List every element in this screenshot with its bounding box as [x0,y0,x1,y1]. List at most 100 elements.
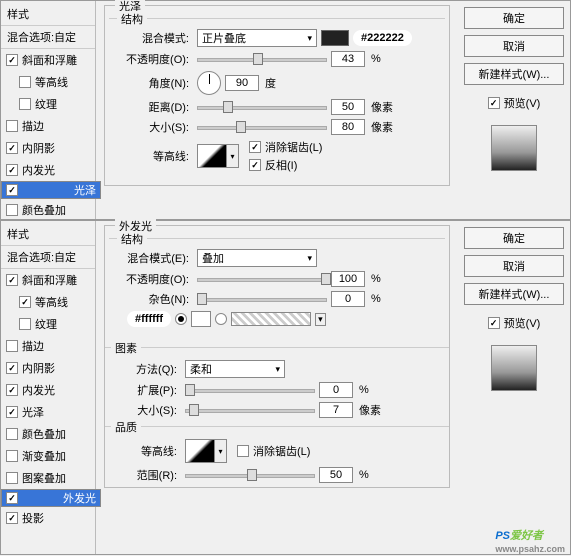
gradient-picker[interactable] [231,312,311,326]
invert-checkbox[interactable] [249,159,261,171]
sidebar-item[interactable]: 等高线 [1,71,95,93]
new-style-button[interactable]: 新建样式(W)... [464,63,564,85]
style-checkbox[interactable] [6,428,18,440]
sidebar-item[interactable]: 描边 [1,335,95,357]
size-slider[interactable] [185,403,315,417]
style-checkbox[interactable] [19,98,31,110]
sidebar-item[interactable]: 图案叠加 [1,467,95,489]
chevron-down-icon: ▾ [307,253,312,264]
sidebar-item[interactable]: 纹理 [1,313,95,335]
contour-picker[interactable] [197,144,227,168]
style-checkbox[interactable] [19,76,31,88]
distance-input[interactable]: 50 [331,99,365,115]
color-swatch[interactable] [321,30,349,46]
preview-checkbox[interactable] [488,317,500,329]
sidebar-item-label: 等高线 [35,294,68,310]
angle-dial[interactable] [197,71,221,95]
preview-swatch [491,125,537,171]
antialias-checkbox[interactable] [249,141,261,153]
style-checkbox[interactable] [6,512,18,524]
contour-picker[interactable] [185,439,215,463]
style-checkbox[interactable] [6,120,18,132]
size-label: 大小(S): [117,119,193,135]
range-slider[interactable] [185,468,315,482]
contour-dropdown[interactable]: ▾ [227,144,239,168]
style-checkbox[interactable] [6,492,18,504]
sidebar-item-label: 描边 [22,118,44,134]
sidebar-item[interactable]: 颜色叠加 [1,199,95,221]
sidebar-item[interactable]: 颜色叠加 [1,423,95,445]
size-slider[interactable] [197,120,327,134]
style-checkbox[interactable] [6,274,18,286]
sidebar-item[interactable]: 斜面和浮雕 [1,269,95,291]
size-input[interactable]: 80 [331,119,365,135]
contour-dropdown[interactable]: ▾ [215,439,227,463]
chevron-down-icon[interactable]: ▾ [315,313,326,326]
sidebar-item[interactable]: 外发光 [1,489,101,507]
sidebar-item[interactable]: 内阴影 [1,137,95,159]
contour-label: 等高线: [117,148,193,164]
style-checkbox[interactable] [6,362,18,374]
noise-input[interactable]: 0 [331,291,365,307]
sidebar-item-label: 渐变叠加 [22,448,66,464]
sidebar-item-label: 内发光 [22,382,55,398]
style-checkbox[interactable] [6,164,18,176]
sidebar-item[interactable]: 内发光 [1,379,95,401]
style-checkbox[interactable] [6,184,18,196]
opacity-slider[interactable] [197,52,327,66]
style-checkbox[interactable] [19,318,31,330]
style-checkbox[interactable] [6,472,18,484]
preview-checkbox[interactable] [488,97,500,109]
blend-mode-select[interactable]: 正片叠底▾ [197,29,317,47]
style-checkbox[interactable] [6,406,18,418]
sidebar-item[interactable]: 渐变叠加 [1,445,95,467]
range-input[interactable]: 50 [319,467,353,483]
size-input[interactable]: 7 [319,402,353,418]
sidebar-item-label: 斜面和浮雕 [22,272,77,288]
opacity-label: 不透明度(O): [117,271,193,287]
blend-mode-select[interactable]: 叠加▾ [197,249,317,267]
technique-label: 方法(Q): [105,361,181,377]
spread-input[interactable]: 0 [319,382,353,398]
angle-input[interactable]: 90 [225,75,259,91]
cancel-button[interactable]: 取消 [464,35,564,57]
color-swatch[interactable] [191,311,211,327]
blend-options[interactable]: 混合选项:自定 [1,246,95,269]
style-checkbox[interactable] [6,142,18,154]
blend-options[interactable]: 混合选项:自定 [1,26,95,49]
elements-label: 图素 [111,340,141,356]
sidebar-item-label: 等高线 [35,74,68,90]
style-checkbox[interactable] [6,450,18,462]
ok-button[interactable]: 确定 [464,227,564,249]
antialias-checkbox[interactable] [237,445,249,457]
sidebar-item[interactable]: 光泽 [1,181,101,199]
style-checkbox[interactable] [6,384,18,396]
sidebar-item[interactable]: 斜面和浮雕 [1,49,95,71]
technique-select[interactable]: 柔和▾ [185,360,285,378]
sidebar-item-label: 内阴影 [22,140,55,156]
sidebar-item[interactable]: 投影 [1,507,95,529]
style-checkbox[interactable] [6,54,18,66]
sidebar-item[interactable]: 光泽 [1,401,95,423]
sidebar-item-label: 纹理 [35,96,57,112]
color-radio[interactable] [175,313,187,325]
gradient-radio[interactable] [215,313,227,325]
opacity-input[interactable]: 43 [331,51,365,67]
opacity-input[interactable]: 100 [331,271,365,287]
sidebar-item-label: 光泽 [22,404,44,420]
style-checkbox[interactable] [19,296,31,308]
style-checkbox[interactable] [6,204,18,216]
spread-slider[interactable] [185,383,315,397]
sidebar-item[interactable]: 纹理 [1,93,95,115]
sidebar-item[interactable]: 等高线 [1,291,95,313]
sidebar-item[interactable]: 内阴影 [1,357,95,379]
new-style-button[interactable]: 新建样式(W)... [464,283,564,305]
sidebar-item[interactable]: 描边 [1,115,95,137]
distance-slider[interactable] [197,100,327,114]
ok-button[interactable]: 确定 [464,7,564,29]
opacity-slider[interactable] [197,272,327,286]
noise-slider[interactable] [197,292,327,306]
sidebar-item[interactable]: 内发光 [1,159,95,181]
style-checkbox[interactable] [6,340,18,352]
cancel-button[interactable]: 取消 [464,255,564,277]
